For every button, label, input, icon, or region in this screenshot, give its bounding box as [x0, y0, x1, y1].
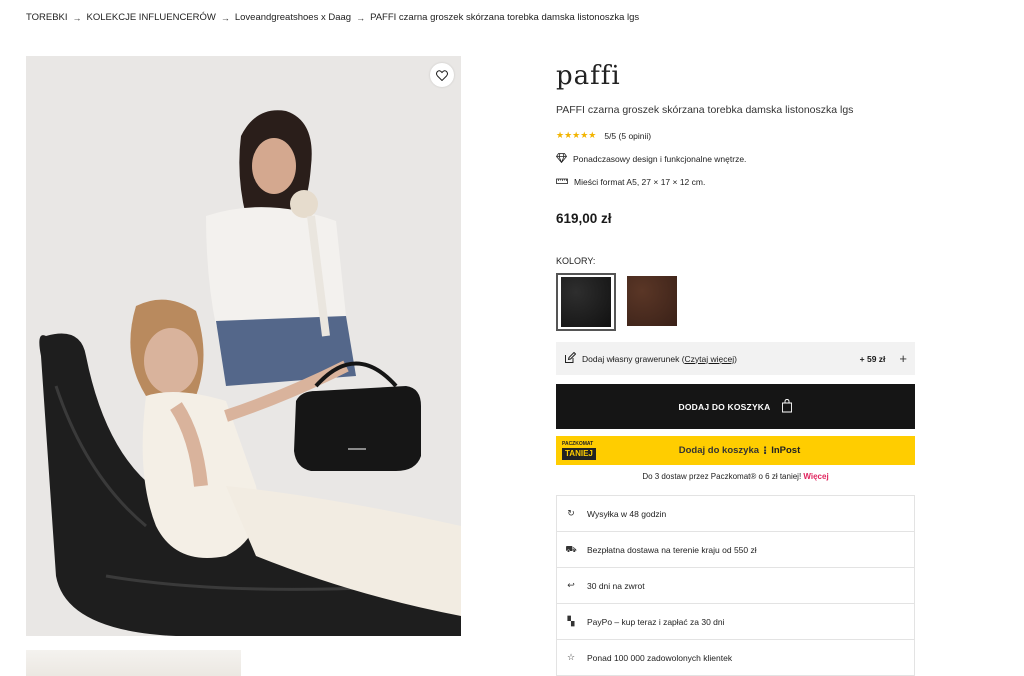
badge-big-text: TANIEJ — [562, 448, 596, 460]
delivery-more-link[interactable]: Więcej — [803, 472, 828, 481]
feature-size: Mieści format A5, 27 × 17 × 12 cm. — [556, 177, 916, 187]
badge-small-text: PACZKOMAT — [562, 441, 594, 447]
add-to-cart-label: DODAJ DO KOSZYKA — [678, 401, 771, 412]
benefit-text: Bezpłatna dostawa na terenie kraju od 55… — [587, 544, 757, 555]
clock-history-icon: ↻ — [567, 508, 575, 518]
feature-text: Ponadczasowy design i funkcjonalne wnętr… — [573, 154, 747, 164]
color-swatch-black[interactable] — [556, 273, 616, 331]
breadcrumb-item-kolekcje[interactable]: KOLEKCJE INFLUENCERÓW — [87, 12, 216, 23]
benefit-free-delivery: ⛟ Bezpłatna dostawa na terenie kraju od … — [557, 532, 914, 568]
breadcrumb-item-torebki[interactable]: TOREBKI — [26, 12, 68, 23]
inpost-add-to-cart-button[interactable]: PACZKOMAT TANIEJ Dodaj do koszyka ⁝ InPo… — [556, 436, 915, 465]
benefit-returns: ↩ 30 dni na zwrot — [557, 568, 914, 604]
inpost-label: Dodaj do koszyka ⁝ InPost — [604, 444, 915, 457]
inpost-logo-icon: ⁝ — [763, 445, 768, 457]
engraving-text: Dodaj własny grawerunek (Czytaj więcej) — [582, 354, 860, 364]
breadcrumb-separator: → — [220, 12, 230, 23]
benefit-shipping-48h: ↻ Wysyłka w 48 godzin — [557, 496, 914, 532]
paczkomat-badge: PACZKOMAT TANIEJ — [562, 439, 604, 463]
benefit-text: PayPo – kup teraz i zapłać za 30 dni — [587, 616, 725, 627]
add-to-cart-button[interactable]: DODAJ DO KOSZYKA — [556, 384, 915, 429]
breadcrumb-item-current: PAFFI czarna groszek skórzana torebka da… — [370, 12, 640, 23]
paypo-icon: ▚ — [567, 616, 575, 626]
rating-text[interactable]: 5/5 (5 opinii) — [604, 131, 651, 141]
product-rating[interactable]: ★★★★★ 5/5 (5 opinii) — [556, 130, 916, 141]
inpost-label-text: Dodaj do koszyka — [678, 445, 760, 456]
wishlist-button[interactable] — [430, 63, 454, 87]
benefit-paypo: ▚ PayPo – kup teraz i zapłać za 30 dni — [557, 604, 914, 640]
breadcrumb-separator: → — [72, 12, 82, 23]
return-icon: ↩ — [567, 580, 575, 590]
ruler-icon — [556, 177, 568, 187]
diamond-icon — [556, 153, 567, 165]
engraving-suffix: ) — [734, 353, 737, 364]
shopping-bag-icon — [781, 398, 793, 415]
star-outline-icon: ☆ — [566, 652, 576, 662]
engraving-price: + 59 zł — [859, 353, 886, 364]
color-swatch-brown[interactable] — [622, 273, 682, 331]
color-swatches — [556, 273, 916, 331]
swatch-fill — [561, 277, 611, 327]
benefit-customers: ☆ Ponad 100 000 zadowolonych klientek — [557, 640, 914, 676]
read-more-link[interactable]: Czytaj więcej — [685, 354, 735, 364]
edit-icon — [564, 351, 577, 366]
feature-design: Ponadczasowy design i funkcjonalne wnętr… — [556, 153, 916, 165]
breadcrumb: TOREBKI → KOLEKCJE INFLUENCERÓW → Lovean… — [26, 12, 639, 23]
product-title: PAFFI czarna groszek skórzana torebka da… — [556, 104, 854, 116]
breadcrumb-separator: → — [356, 12, 366, 23]
engraving-prefix: Dodaj własny grawerunek ( — [582, 353, 685, 364]
brand-logo: paffi — [556, 61, 621, 91]
feature-text: Mieści format A5, 27 × 17 × 12 cm. — [574, 177, 706, 187]
product-thumbnail[interactable] — [26, 650, 241, 676]
benefit-text: Ponad 100 000 zadowolonych klientek — [587, 652, 733, 663]
engraving-option[interactable]: Dodaj własny grawerunek (Czytaj więcej) … — [556, 342, 915, 375]
benefit-text: 30 dni na zwrot — [587, 580, 645, 591]
inpost-logo: InPost — [771, 445, 801, 456]
benefit-text: Wysyłka w 48 godzin — [587, 508, 667, 519]
plus-icon[interactable]: + — [899, 351, 907, 366]
benefits-list: ↻ Wysyłka w 48 godzin ⛟ Bezpłatna dostaw… — [556, 495, 915, 676]
product-photo-illustration — [26, 56, 461, 636]
product-price: 619,00 zł — [556, 211, 612, 226]
colors-label: KOLORY: — [556, 256, 596, 266]
product-info: paffi PAFFI czarna groszek skórzana tore… — [556, 60, 916, 331]
breadcrumb-item-collection[interactable]: Loveandgreatshoes x Daag — [235, 12, 351, 23]
swatch-fill — [627, 276, 677, 326]
product-main-photo[interactable] — [26, 56, 461, 636]
delivery-note: Do 3 dostaw przez Paczkomat® o 6 zł tani… — [556, 472, 915, 481]
truck-icon: ⛟ — [565, 543, 577, 554]
delivery-note-text: Do 3 dostaw przez Paczkomat® o 6 zł tani… — [642, 472, 802, 481]
rating-stars-icon: ★★★★★ — [556, 130, 597, 140]
heart-icon — [436, 69, 448, 81]
